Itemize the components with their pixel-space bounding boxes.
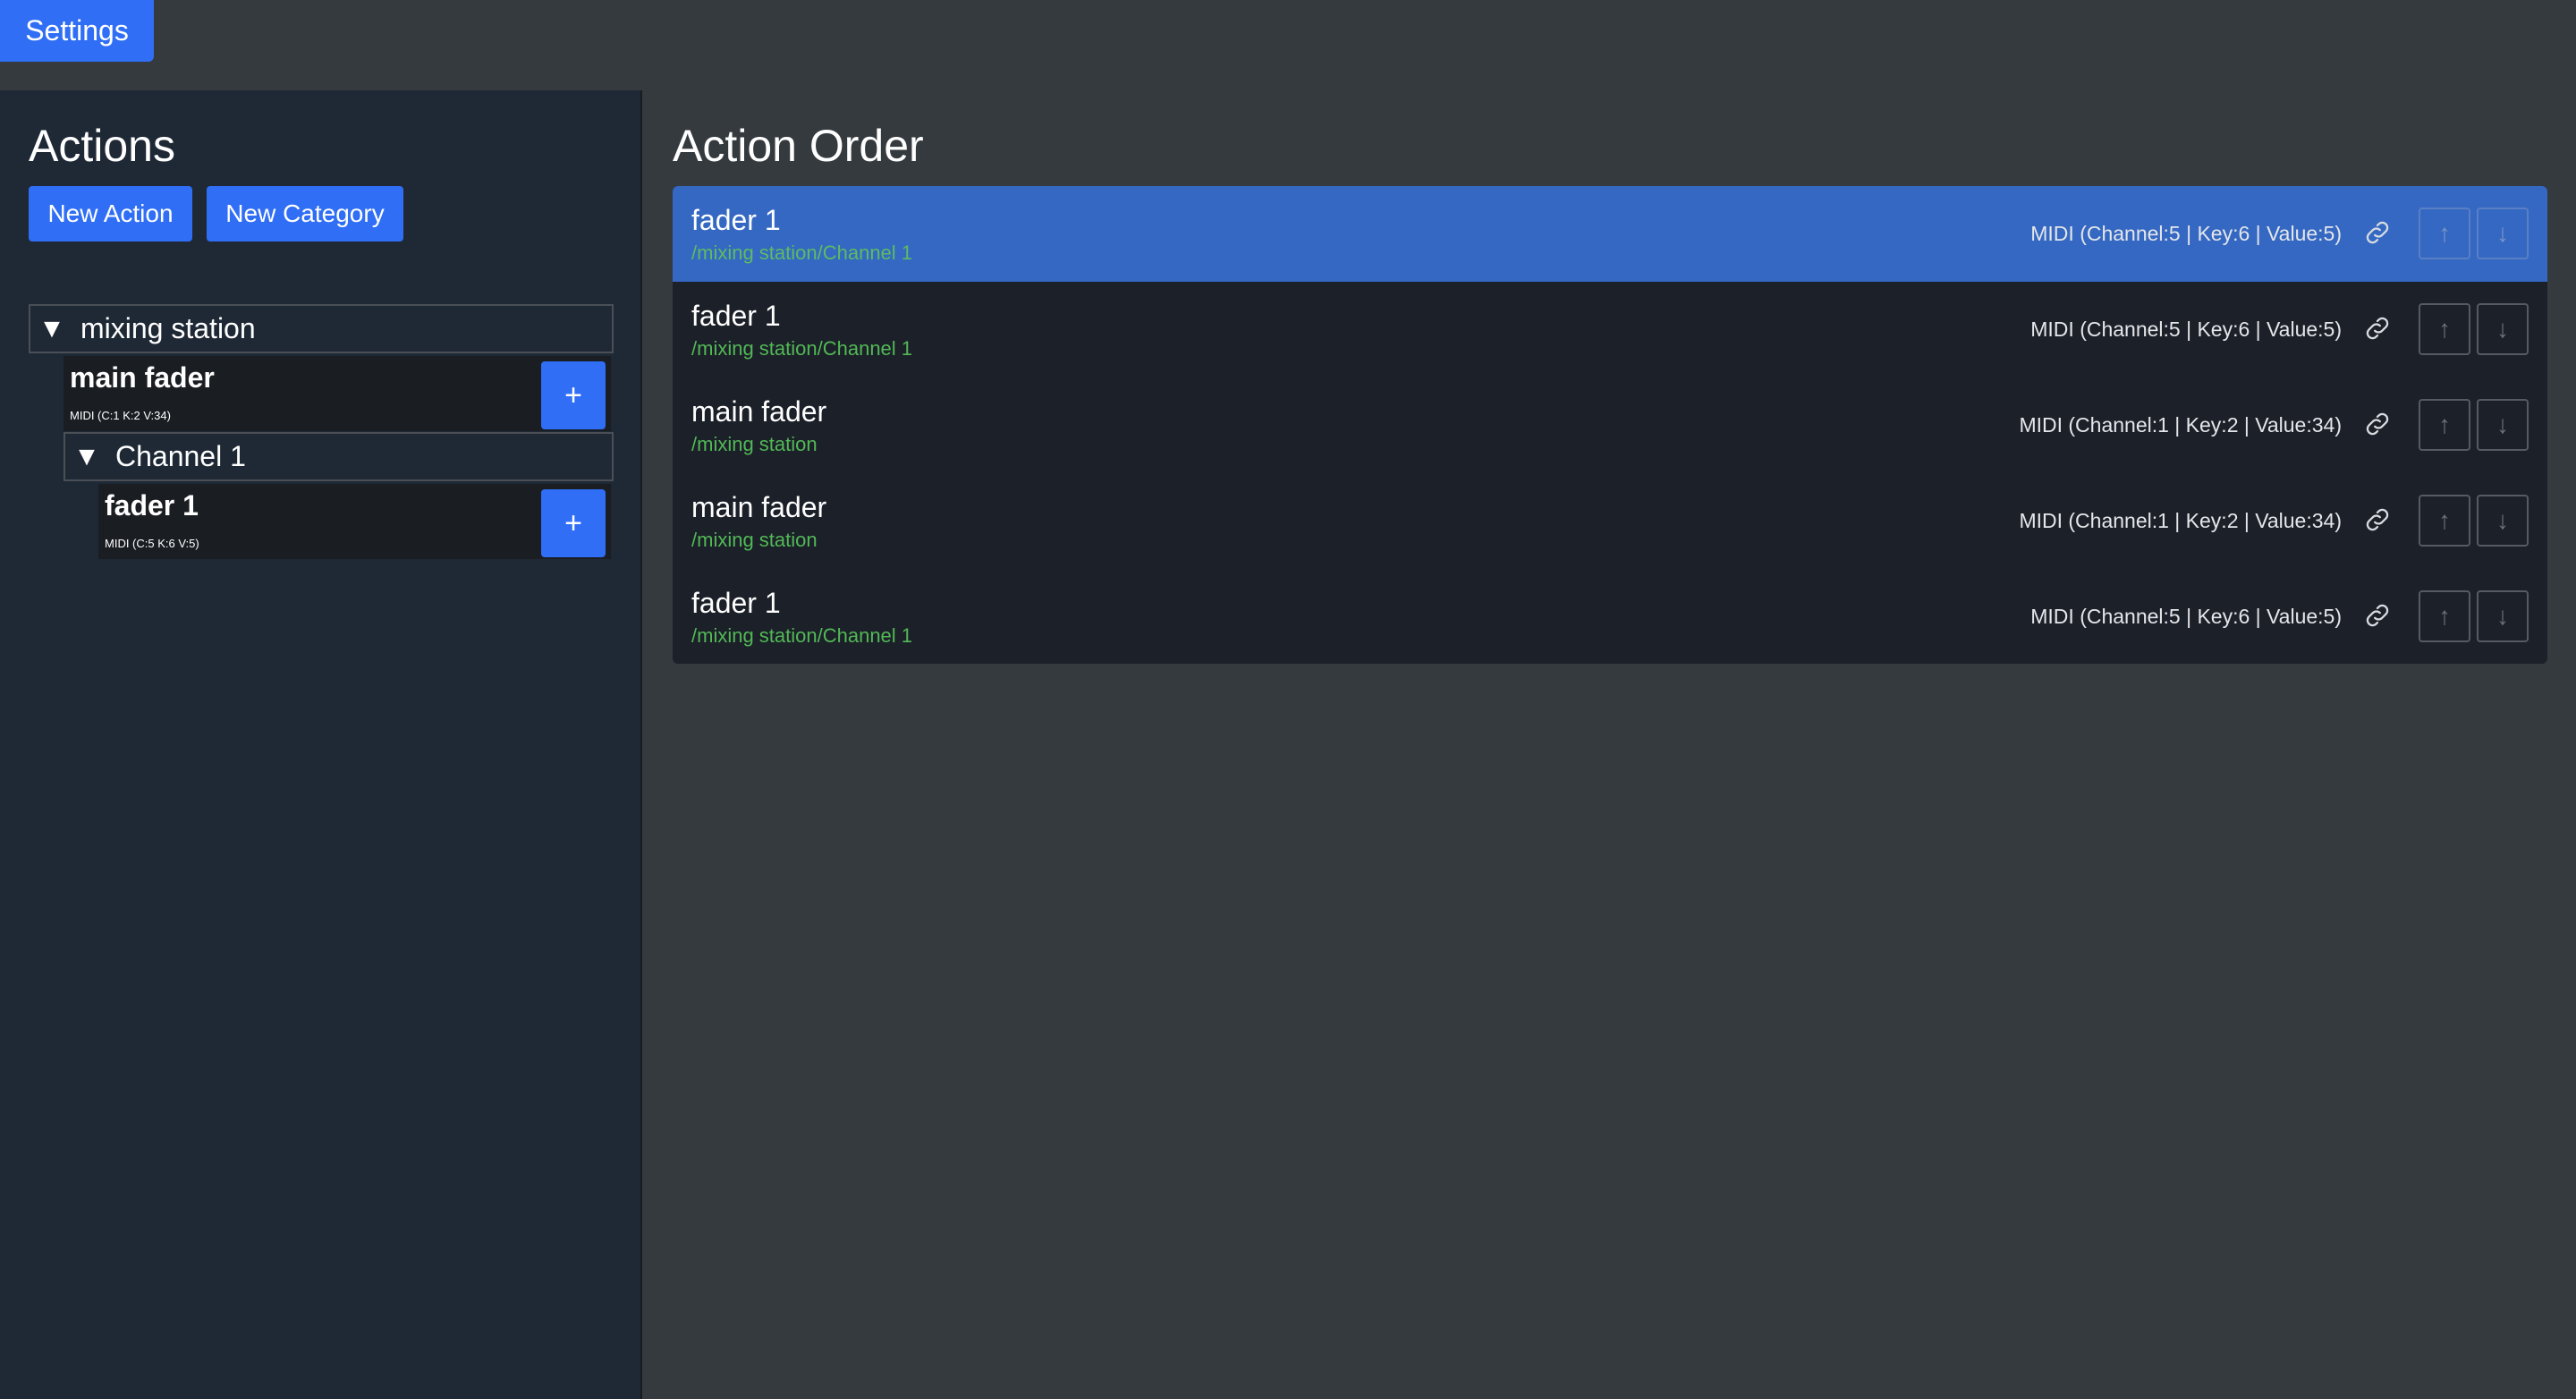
move-down-button[interactable]: ↓	[2477, 495, 2529, 547]
category-channel-1[interactable]: ▼ Channel 1	[64, 432, 614, 481]
row-midi-mapping: MIDI (Channel:1 | Key:2 | Value:34)	[2019, 413, 2342, 437]
row-action-path: /mixing station	[691, 433, 818, 455]
row-action-name: fader 1	[691, 204, 781, 236]
link-icon[interactable]	[2360, 598, 2395, 633]
row-midi-mapping: MIDI (Channel:1 | Key:2 | Value:34)	[2019, 509, 2342, 532]
action-order-title: Action Order	[673, 121, 924, 171]
row-midi-mapping: MIDI (Channel:5 | Key:6 | Value:5)	[2030, 222, 2342, 245]
expand-triangle-icon[interactable]: ▼	[30, 315, 73, 343]
new-category-button[interactable]: New Category	[207, 186, 403, 242]
settings-button[interactable]: Settings	[0, 0, 154, 62]
add-action-button[interactable]: +	[541, 361, 606, 429]
move-up-button[interactable]: ↑	[2419, 303, 2470, 355]
link-icon[interactable]	[2360, 406, 2395, 442]
row-action-name: fader 1	[691, 300, 781, 332]
row-midi-mapping: MIDI (Channel:5 | Key:6 | Value:5)	[2030, 605, 2342, 628]
move-up-button[interactable]: ↑	[2419, 399, 2470, 451]
category-mixing-station[interactable]: ▼ mixing station	[29, 304, 614, 353]
add-action-button[interactable]: +	[541, 489, 606, 557]
move-up-button[interactable]: ↑	[2419, 208, 2470, 259]
action-midi: MIDI (C:1 K:2 V:34)	[70, 409, 171, 422]
category-label: mixing station	[80, 312, 256, 344]
action-name: main fader	[70, 361, 215, 394]
action-order-row[interactable]: fader 1/mixing station/Channel 1 MIDI (Ch…	[673, 282, 2547, 377]
link-icon[interactable]	[2360, 310, 2395, 346]
row-midi-mapping: MIDI (Channel:5 | Key:6 | Value:5)	[2030, 318, 2342, 341]
action-name: fader 1	[105, 489, 199, 521]
action-order-list: fader 1/mixing station/Channel 1 MIDI (Ch…	[673, 186, 2547, 664]
actions-sidebar	[0, 90, 642, 1399]
action-order-row[interactable]: fader 1/mixing station/Channel 1 MIDI (Ch…	[673, 186, 2547, 282]
action-midi: MIDI (C:5 K:6 V:5)	[105, 537, 199, 550]
row-action-path: /mixing station/Channel 1	[691, 337, 913, 360]
row-action-name: main fader	[691, 491, 827, 523]
move-up-button[interactable]: ↑	[2419, 590, 2470, 642]
move-down-button[interactable]: ↓	[2477, 399, 2529, 451]
move-down-button[interactable]: ↓	[2477, 590, 2529, 642]
row-action-path: /mixing station/Channel 1	[691, 242, 913, 264]
link-icon[interactable]	[2360, 502, 2395, 538]
row-action-path: /mixing station	[691, 529, 818, 551]
row-action-name: fader 1	[691, 587, 781, 619]
row-action-path: /mixing station/Channel 1	[691, 624, 913, 647]
move-down-button[interactable]: ↓	[2477, 303, 2529, 355]
new-action-button[interactable]: New Action	[29, 186, 192, 242]
action-order-row[interactable]: main fader/mixing station MIDI (Channel:1…	[673, 377, 2547, 473]
category-label: Channel 1	[115, 440, 246, 472]
action-order-row[interactable]: fader 1/mixing station/Channel 1 MIDI (Ch…	[673, 569, 2547, 664]
action-item-main-fader[interactable]: main fader MIDI (C:1 K:2 V:34) +	[64, 356, 611, 431]
row-action-name: main fader	[691, 395, 827, 428]
action-item-fader-1[interactable]: fader 1 MIDI (C:5 K:6 V:5) +	[98, 484, 611, 559]
action-order-row[interactable]: main fader/mixing station MIDI (Channel:1…	[673, 473, 2547, 569]
actions-title: Actions	[29, 121, 175, 171]
move-down-button[interactable]: ↓	[2477, 208, 2529, 259]
move-up-button[interactable]: ↑	[2419, 495, 2470, 547]
link-icon[interactable]	[2360, 215, 2395, 250]
expand-triangle-icon[interactable]: ▼	[65, 443, 108, 471]
